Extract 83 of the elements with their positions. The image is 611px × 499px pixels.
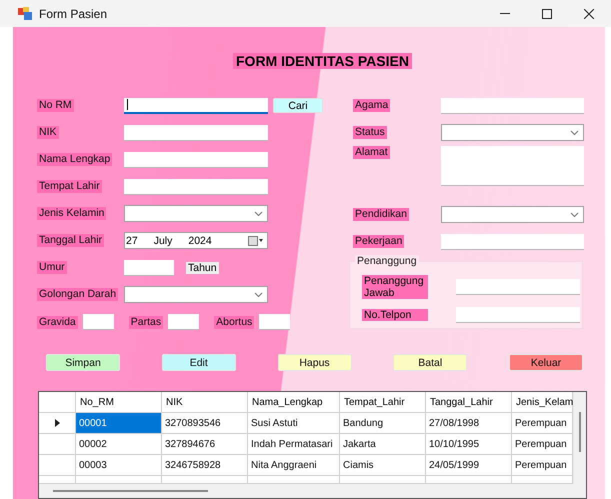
column-header[interactable]: Tanggal_Lahir xyxy=(426,392,512,413)
field-label: NIK xyxy=(37,126,59,139)
field-label: Gravida xyxy=(37,316,78,328)
vertical-scrollbar[interactable] xyxy=(574,392,586,484)
text-area[interactable] xyxy=(441,146,584,186)
search-button[interactable]: Cari xyxy=(273,98,323,113)
table-cell: Bandung xyxy=(340,413,426,434)
chevron-down-icon xyxy=(570,130,579,136)
app-icon xyxy=(18,6,32,20)
field-label: Tanggal Lahir xyxy=(37,234,104,247)
field-label: Penanggung Jawab xyxy=(362,275,428,299)
table-cell: Indah Permatasari xyxy=(248,434,340,455)
text-field[interactable] xyxy=(124,124,268,140)
close-icon xyxy=(584,8,594,18)
table-cell: 327894676 xyxy=(162,434,248,455)
text-field[interactable] xyxy=(124,98,268,114)
table-cell: 24/05/1999 xyxy=(426,455,512,476)
table-cell: Perempuan xyxy=(512,434,573,455)
table-cell: Susi Astuti xyxy=(248,413,340,434)
text-field[interactable] xyxy=(168,314,200,330)
text-field[interactable] xyxy=(456,279,580,295)
table-cell: 3246758928 xyxy=(162,455,248,476)
field-label: No.Telpon xyxy=(362,309,428,321)
horizontal-scrollbar[interactable] xyxy=(39,484,586,498)
text-field[interactable] xyxy=(456,307,580,323)
field-label: Golongan Darah xyxy=(37,288,118,301)
text-field[interactable] xyxy=(124,260,174,276)
table-cell: 3270893546 xyxy=(162,413,248,434)
column-header[interactable]: Nama_Lengkap xyxy=(248,392,340,413)
table-cell: Jakarta xyxy=(340,434,426,455)
field-label: Jenis Kelamin xyxy=(37,207,106,220)
column-header[interactable]: Tempat_Lahir xyxy=(340,392,426,413)
field-label: Nama Lengkap xyxy=(37,153,112,166)
action-button[interactable]: Simpan xyxy=(46,354,120,371)
window-title: Form Pasien xyxy=(39,6,108,20)
chevron-down-icon xyxy=(254,210,263,216)
column-header[interactable]: No_RM xyxy=(76,392,162,413)
calendar-icon xyxy=(248,236,264,246)
corner-header xyxy=(39,392,76,413)
action-button[interactable]: Keluar xyxy=(509,354,583,371)
action-button[interactable]: Hapus xyxy=(278,354,352,371)
column-header[interactable]: Jenis_Kelam xyxy=(512,392,573,413)
field-label: No RM xyxy=(37,99,74,112)
field-label: Alamat xyxy=(353,146,390,159)
table-cell: 00001 xyxy=(76,413,162,434)
field-label: Partas xyxy=(128,316,164,328)
table-cell: Nita Anggraeni xyxy=(248,455,340,476)
date-picker[interactable]: 27 July 2024 xyxy=(124,232,268,249)
text-field[interactable] xyxy=(82,314,114,330)
chevron-down-icon xyxy=(570,212,579,218)
row-header[interactable] xyxy=(39,413,76,434)
field-label: Umur xyxy=(37,261,67,274)
table-cell: 00003 xyxy=(76,455,162,476)
chevron-down-icon xyxy=(254,292,263,298)
dropdown-field[interactable] xyxy=(124,286,268,303)
dropdown-field[interactable] xyxy=(124,205,268,222)
table-cell: Perempuan xyxy=(512,455,573,476)
field-label: Abortus xyxy=(214,316,254,328)
table-cell: 10/10/1995 xyxy=(426,434,512,455)
table-cell: Perempuan xyxy=(512,413,573,434)
field-label: Tempat Lahir xyxy=(37,180,102,193)
action-button[interactable]: Edit xyxy=(162,354,236,371)
text-field[interactable] xyxy=(441,234,584,250)
group-title: Penanggung xyxy=(355,255,419,267)
text-field[interactable] xyxy=(124,152,268,168)
maximize-icon xyxy=(542,8,552,18)
dropdown-field[interactable] xyxy=(441,206,584,223)
table-cell: 27/08/1998 xyxy=(426,413,512,434)
field-label: Status xyxy=(353,126,387,139)
minimize-icon xyxy=(500,12,510,14)
form-heading: FORM IDENTITAS PASIEN xyxy=(233,53,412,69)
field-label: Agama xyxy=(353,99,390,112)
table-cell: Ciamis xyxy=(340,455,426,476)
dropdown-field[interactable] xyxy=(441,124,584,141)
text-field[interactable] xyxy=(124,178,268,194)
text-field[interactable] xyxy=(259,314,290,330)
action-button[interactable]: Batal xyxy=(393,354,468,371)
field-label: Pekerjaan xyxy=(353,235,404,248)
field-label: Pendidikan xyxy=(353,208,409,221)
text-field[interactable] xyxy=(441,98,584,114)
table-cell: 00002 xyxy=(76,434,162,455)
column-header[interactable]: NIK xyxy=(162,392,248,413)
unit-label: Tahun xyxy=(186,262,219,274)
